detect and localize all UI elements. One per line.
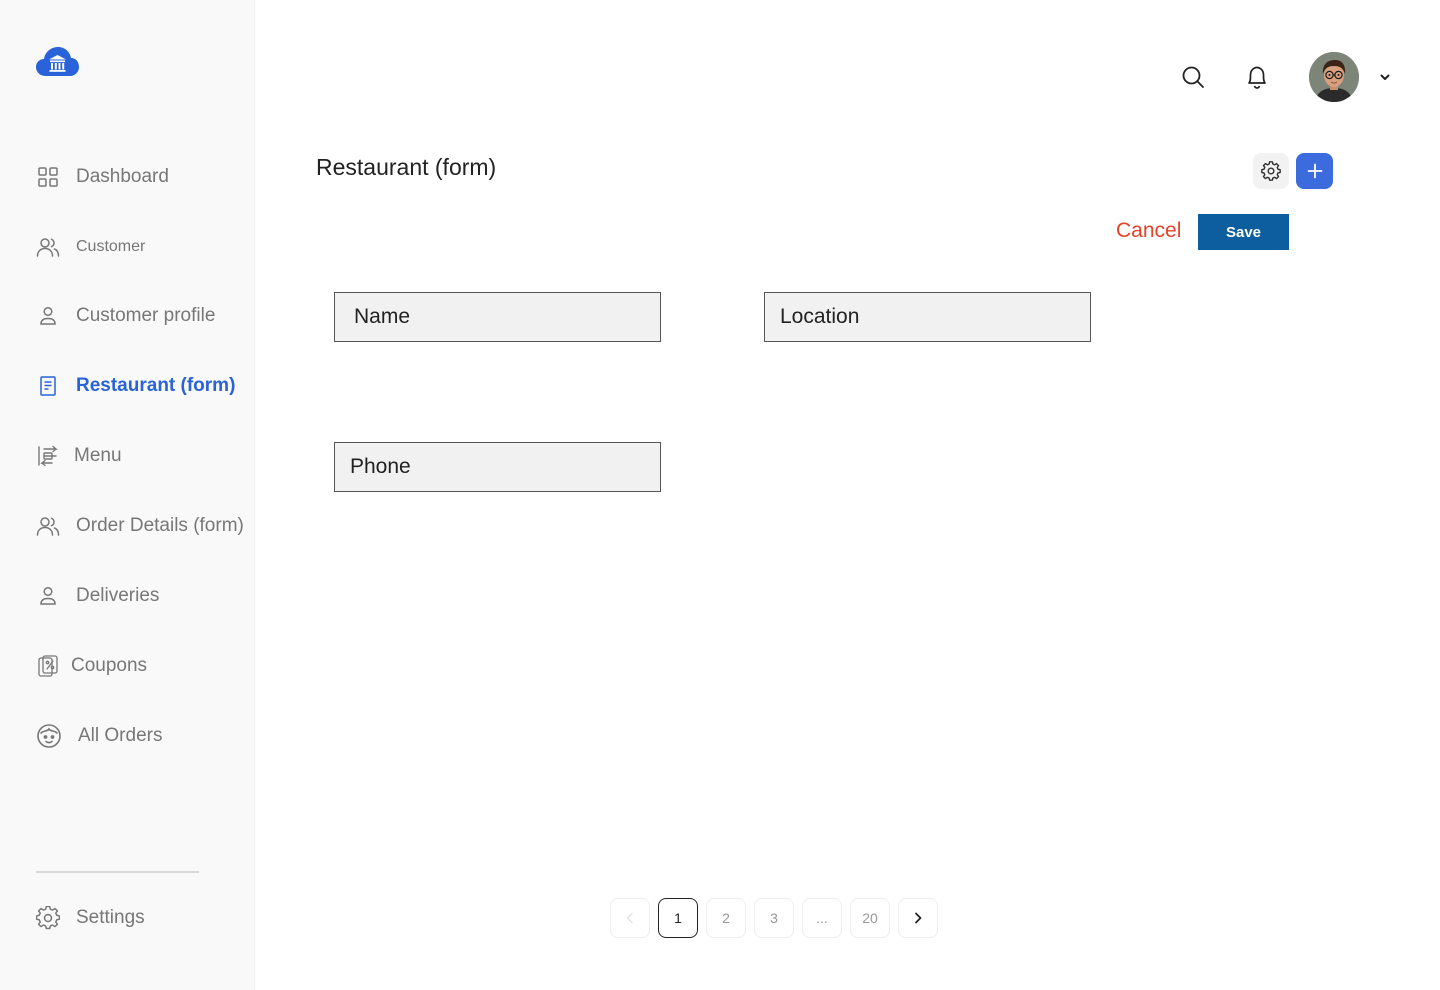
search-icon[interactable] (1180, 64, 1206, 90)
sidebar-item-coupons[interactable]: Coupons (36, 651, 147, 681)
chevron-right-icon (914, 912, 922, 924)
plus-icon (1307, 163, 1323, 179)
pagination-next-button[interactable] (898, 898, 938, 938)
sidebar-item-dashboard[interactable]: Dashboard (36, 162, 169, 192)
gear-icon (1261, 161, 1281, 181)
receipt-icon (36, 374, 60, 398)
grid-icon (36, 165, 60, 189)
bell-icon[interactable] (1244, 63, 1270, 91)
users-icon (36, 235, 60, 259)
sidebar-item-label: Menu (74, 445, 122, 466)
name-field[interactable]: Name (334, 292, 661, 342)
pagination-page-2[interactable]: 2 (706, 898, 746, 938)
name-field-label: Name (354, 305, 411, 328)
sidebar-item-all-orders[interactable]: All Orders (36, 721, 162, 751)
sidebar: Dashboard Customer Customer profile Rest… (0, 0, 255, 990)
pagination-prev-button[interactable] (610, 898, 650, 938)
coupon-icon (36, 654, 60, 678)
pagination-page-3[interactable]: 3 (754, 898, 794, 938)
pagination-ellipsis: ... (802, 898, 842, 938)
sidebar-item-label: Restaurant (form) (76, 375, 236, 396)
phone-field[interactable]: Phone (334, 442, 661, 492)
sidebar-divider (36, 871, 199, 873)
cancel-button[interactable]: Cancel (1116, 219, 1181, 243)
sidebar-item-restaurant-form[interactable]: Restaurant (form) (36, 371, 235, 401)
user-icon (36, 304, 60, 328)
sidebar-item-label: Customer (76, 238, 146, 255)
sidebar-item-label: All Orders (78, 725, 163, 746)
sidebar-item-deliveries[interactable]: Deliveries (36, 581, 159, 611)
sidebar-item-customer[interactable]: Customer (36, 232, 145, 262)
user-icon (36, 584, 60, 608)
sidebar-item-label: Settings (76, 907, 145, 928)
sidebar-item-label: Coupons (71, 655, 148, 676)
sidebar-item-order-details-form[interactable]: Order Details (form) (36, 511, 244, 541)
sidebar-item-customer-profile[interactable]: Customer profile (36, 301, 215, 331)
phone-field-label: Phone (350, 455, 411, 478)
add-button[interactable] (1296, 153, 1333, 189)
chevron-down-icon[interactable] (1378, 70, 1392, 84)
save-button[interactable]: Save (1198, 214, 1289, 250)
sidebar-item-label: Order Details (form) (76, 515, 244, 536)
sidebar-item-settings[interactable]: Settings (36, 903, 145, 933)
menu-transfer-icon (36, 444, 60, 468)
chevron-left-icon (626, 912, 634, 924)
sidebar-item-label: Dashboard (76, 166, 169, 187)
sidebar-item-label: Deliveries (76, 585, 160, 606)
gear-icon (36, 906, 60, 930)
settings-button[interactable] (1253, 153, 1289, 189)
sidebar-item-label: Customer profile (76, 305, 216, 326)
location-field[interactable]: Location (764, 292, 1091, 342)
cloud-bank-icon[interactable] (36, 46, 79, 78)
pagination-page-1[interactable]: 1 (658, 898, 698, 938)
users-icon (36, 514, 60, 538)
sidebar-item-menu[interactable]: Menu (36, 441, 122, 471)
page-title: Restaurant (form) (316, 154, 497, 180)
location-field-label: Location (780, 305, 860, 328)
face-icon (36, 723, 62, 749)
pagination-page-20[interactable]: 20 (850, 898, 890, 938)
user-avatar[interactable] (1309, 52, 1359, 102)
